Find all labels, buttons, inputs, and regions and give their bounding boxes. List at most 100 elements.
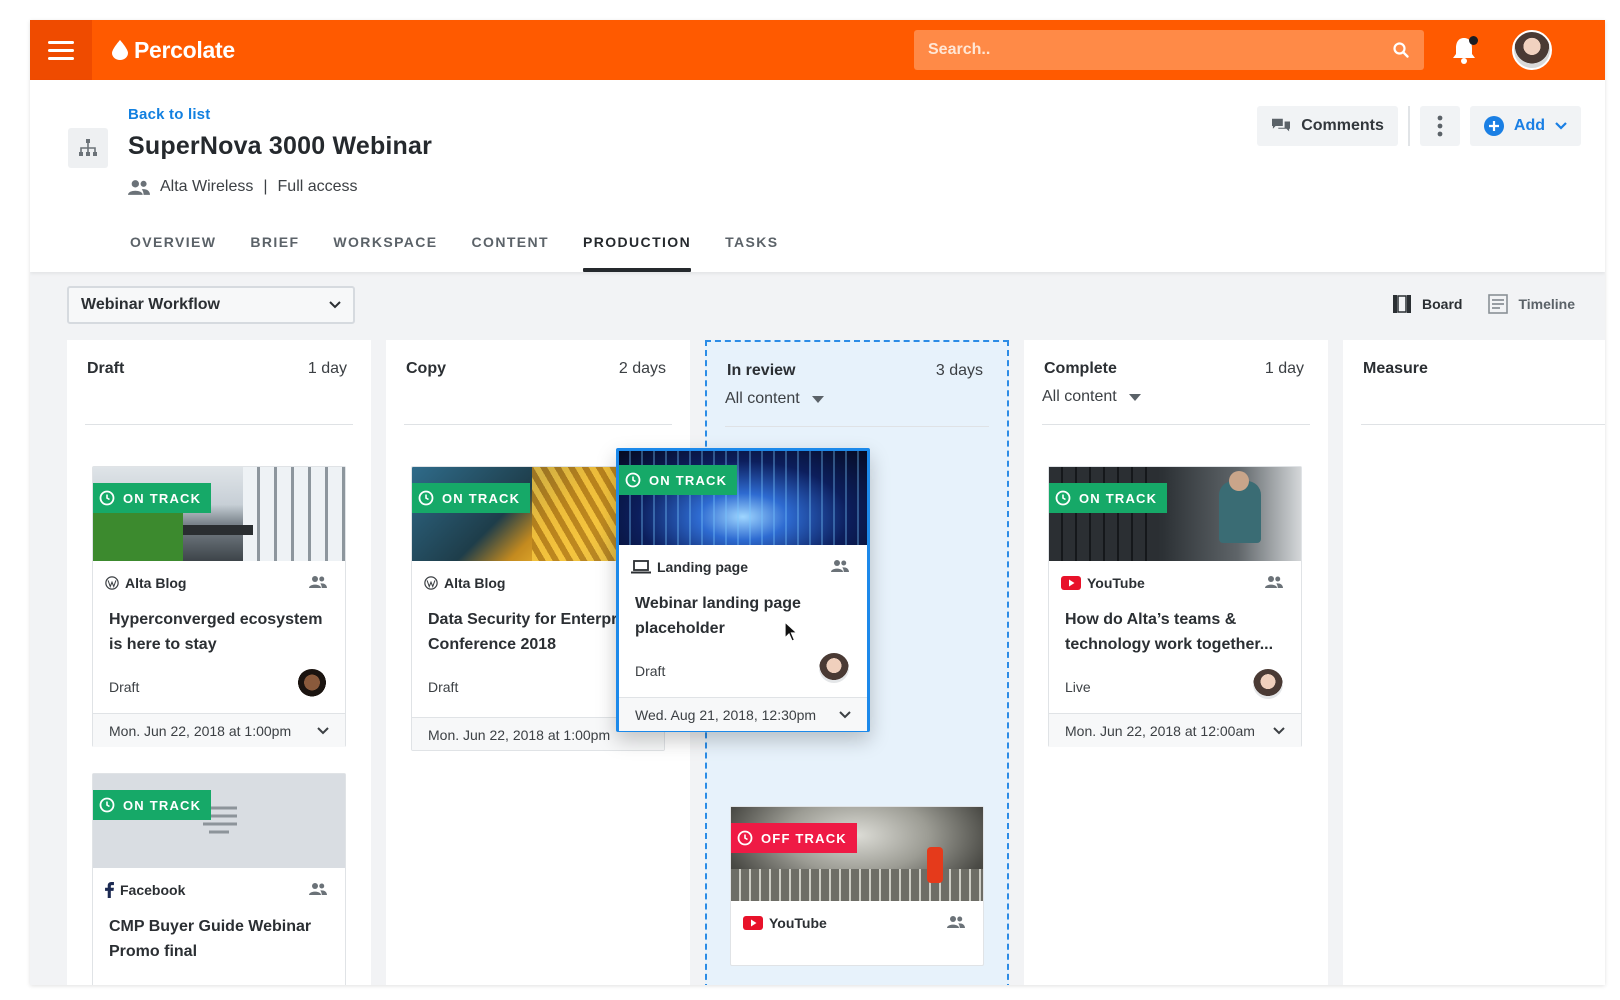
clock-icon: [99, 797, 115, 813]
tab-brief[interactable]: BRIEF: [250, 220, 299, 272]
card-source: Facebook: [105, 882, 185, 898]
board-view-button[interactable]: Board: [1392, 294, 1462, 314]
column-title: Copy: [406, 360, 446, 377]
clock-icon: [737, 830, 753, 846]
card-source-label: Facebook: [120, 882, 186, 898]
kebab-icon: [1437, 115, 1443, 137]
column-divider: [1042, 424, 1310, 425]
due-date-label: Mon. Jun 22, 2018 at 12:00am: [1065, 722, 1255, 739]
menu-line: [48, 48, 74, 52]
chevron-down-icon: [839, 710, 851, 718]
column-title: In review: [727, 362, 796, 379]
comments-button[interactable]: Comments: [1257, 106, 1398, 146]
team-icon: [309, 576, 327, 588]
timeline-label: Timeline: [1518, 296, 1575, 312]
card-source-label: Alta Blog: [444, 575, 506, 591]
tab-overview[interactable]: OVERVIEW: [130, 220, 216, 272]
content-filter-dropdown[interactable]: All content: [1042, 388, 1141, 406]
content-filter-dropdown[interactable]: All content: [725, 390, 824, 408]
org-name[interactable]: Alta Wireless: [160, 178, 253, 196]
content-filter-value: All content: [1042, 388, 1117, 405]
status-badge-label: ON TRACK: [1079, 490, 1158, 506]
status-badge-label: ON TRACK: [442, 490, 521, 506]
column-divider: [404, 424, 672, 425]
board-label: Board: [1422, 296, 1463, 312]
column-header: Copy 2 days: [406, 360, 666, 378]
content-card-youtube-review[interactable]: OFF TRACK YouTube: [730, 806, 984, 966]
content-card-hyperconverged[interactable]: ON TRACK Alta Blog Hyperconverged ecosys…: [92, 466, 346, 747]
column-duration: 1 day: [1264, 360, 1304, 377]
drop-logo-icon: [112, 40, 128, 60]
status-badge: ON TRACK: [93, 483, 212, 513]
column-header: Measure: [1363, 360, 1581, 378]
top-bar: Percolate: [30, 20, 1605, 80]
due-date-label: Mon. Jun 22, 2018 at 1:00pm: [428, 726, 611, 743]
card-source: Alta Blog: [424, 575, 505, 591]
dragging-card-webinar-landing-page[interactable]: ON TRACK Landing page Webinar landing pa…: [616, 448, 870, 732]
workflow-select[interactable]: Webinar Workflow: [67, 286, 355, 324]
project-meta: Alta Wireless | Full access: [128, 178, 358, 196]
column-divider: [1361, 424, 1605, 425]
meta-separator: |: [263, 178, 268, 195]
content-card-cmp-buyer-guide[interactable]: ON TRACK Facebook CMP Buyer Guide Webina…: [92, 773, 346, 985]
chevron-down-icon: [1555, 122, 1567, 130]
comments-icon: [1272, 118, 1291, 132]
menu-line: [48, 40, 74, 44]
menu-line: [48, 56, 74, 60]
brand-name: Percolate: [134, 36, 235, 63]
tab-production[interactable]: PRODUCTION: [583, 220, 692, 272]
user-avatar[interactable]: [1512, 30, 1552, 70]
status-badge: OFF TRACK: [731, 823, 857, 853]
assignee-avatar[interactable]: [819, 653, 849, 683]
add-button[interactable]: Add: [1469, 106, 1581, 146]
tab-tasks[interactable]: TASKS: [725, 220, 778, 272]
brand-logo[interactable]: Percolate: [112, 34, 235, 66]
notification-dot: [1469, 36, 1478, 45]
status-badge: ON TRACK: [93, 790, 212, 820]
chevron-down-icon: [329, 301, 341, 309]
card-thumbnail: ON TRACK: [1049, 467, 1301, 561]
youtube-icon: [1061, 576, 1081, 590]
more-options-button[interactable]: [1419, 106, 1460, 146]
card-source-label: YouTube: [1087, 575, 1145, 591]
card-title: Hyperconverged ecosystem is here to stay: [109, 611, 323, 653]
card-thumbnail: ON TRACK: [93, 467, 345, 561]
notifications-button[interactable]: [1448, 34, 1480, 66]
page-title: SuperNova 3000 Webinar: [128, 132, 433, 160]
card-source-label: Landing page: [657, 559, 748, 575]
tab-workspace[interactable]: WORKSPACE: [333, 220, 437, 272]
column-duration: 3 days: [935, 362, 983, 379]
search-input[interactable]: [928, 41, 1392, 59]
facebook-icon: [105, 882, 114, 898]
caret-down-icon: [1128, 393, 1141, 401]
content-filter-value: All content: [725, 390, 800, 407]
search-icon[interactable]: [1392, 41, 1410, 59]
hamburger-menu-button[interactable]: [30, 20, 92, 80]
card-thumbnail: OFF TRACK: [731, 807, 983, 901]
status-badge-label: ON TRACK: [123, 797, 202, 813]
back-to-list-link[interactable]: Back to list: [128, 106, 210, 123]
clock-icon: [99, 490, 115, 506]
column-title: Complete: [1044, 360, 1117, 377]
tab-content[interactable]: CONTENT: [472, 220, 549, 272]
card-due-date[interactable]: Mon. Jun 22, 2018 at 12:00am: [1049, 713, 1301, 747]
column-draft: Draft 1 day ON TRACK Alta Blog Hyperconv…: [67, 340, 371, 985]
team-icon: [831, 560, 849, 572]
card-due-date[interactable]: Wed. Aug 21, 2018, 12:30pm: [619, 697, 867, 731]
assignee-avatar[interactable]: [1253, 669, 1283, 699]
team-icon: [128, 179, 150, 195]
status-badge-label: ON TRACK: [123, 490, 202, 506]
team-icon: [309, 883, 327, 895]
access-level: Full access: [277, 178, 358, 195]
caret-down-icon: [811, 395, 824, 403]
column-divider: [85, 424, 353, 425]
assignee-avatar[interactable]: [297, 669, 327, 699]
card-thumbnail: ON TRACK: [93, 774, 345, 868]
timeline-icon: [1488, 294, 1509, 314]
card-source: Alta Blog: [105, 575, 186, 591]
search-bar: [914, 30, 1424, 70]
content-card-alta-teams[interactable]: ON TRACK YouTube How do Alta’s teams & t…: [1048, 466, 1302, 747]
wordpress-icon: [424, 576, 438, 590]
timeline-view-button[interactable]: Timeline: [1488, 294, 1575, 314]
card-due-date[interactable]: Mon. Jun 22, 2018 at 1:00pm: [93, 713, 345, 747]
